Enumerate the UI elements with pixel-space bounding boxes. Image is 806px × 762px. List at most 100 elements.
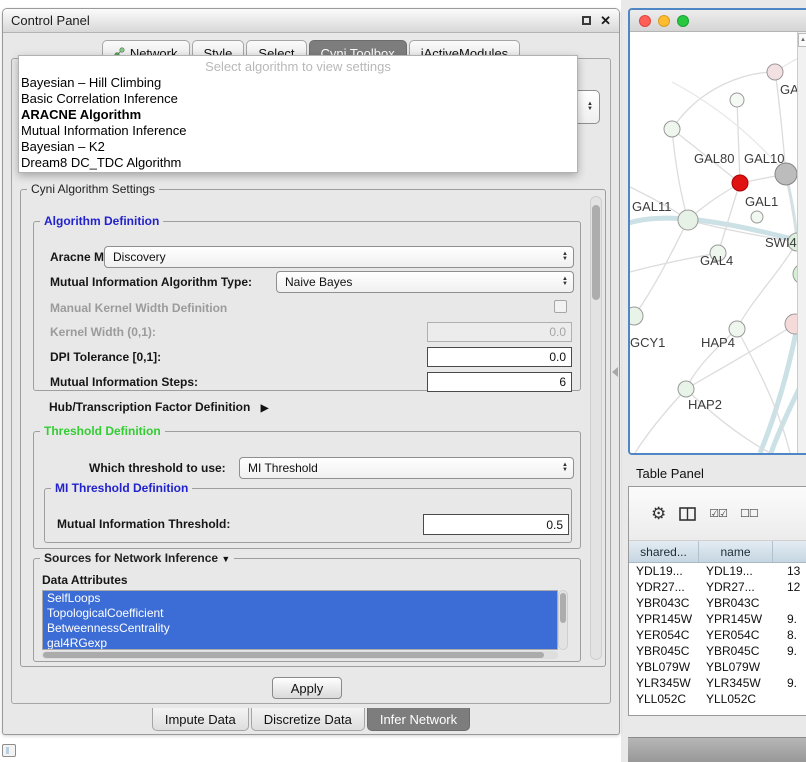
aracne-mode-select[interactable]: Discovery ▲▼ — [104, 246, 574, 268]
column-header-name[interactable]: name — [699, 541, 773, 562]
select-all-icon[interactable]: ☑☑ — [709, 507, 727, 520]
column-header-extra[interactable] — [773, 541, 806, 562]
tab-discretize-data[interactable]: Discretize Data — [251, 708, 365, 731]
expand-down-icon: ▼ — [221, 554, 230, 564]
network-node[interactable] — [678, 210, 698, 230]
panel-restore-icon[interactable] — [2, 744, 16, 757]
hub-section-label: Hub/Transcription Factor Definition — [49, 400, 250, 414]
window-zoom-button[interactable] — [677, 15, 689, 27]
which-threshold-select[interactable]: MI Threshold ▲▼ — [239, 457, 574, 479]
selected-value: Discovery — [113, 250, 166, 264]
cell: YPR145W — [699, 611, 773, 627]
network-node[interactable] — [732, 175, 748, 191]
cell: YBR045C — [629, 643, 699, 659]
cell: YLL052C — [629, 691, 699, 707]
tab-impute-data[interactable]: Impute Data — [152, 708, 249, 731]
network-node[interactable] — [767, 64, 783, 80]
cell: YBR043C — [699, 595, 773, 611]
network-node[interactable] — [775, 163, 797, 185]
window-close-button[interactable] — [639, 15, 651, 27]
cell: YBR043C — [629, 595, 699, 611]
node-label: GAL11 — [632, 199, 672, 214]
gear-icon[interactable]: ⚙ — [651, 504, 666, 524]
dpi-tolerance-field[interactable]: 0.0 — [427, 347, 572, 367]
column-header-shared-name[interactable]: shared... — [629, 541, 699, 562]
network-node[interactable] — [678, 381, 694, 397]
list-item[interactable]: BetweennessCentrality — [43, 621, 557, 636]
mi-steps-field[interactable]: 6 — [427, 372, 572, 392]
hub-section-toggle[interactable]: Hub/Transcription Factor Definition ▶ — [49, 400, 268, 414]
group-title: Cyni Algorithm Settings — [27, 182, 159, 196]
table-row[interactable]: YLL052C YLL052C — [629, 691, 806, 707]
node-label: HAP2 — [688, 397, 722, 412]
table-row[interactable]: YER054C YER054C 8. — [629, 627, 806, 643]
popup-item-selected[interactable]: ARACNE Algorithm — [19, 107, 577, 123]
cell: YDL19... — [699, 563, 773, 579]
table-row[interactable]: YDR27... YDR27... 12 — [629, 579, 806, 595]
kernel-width-field[interactable]: 0.0 — [427, 322, 572, 342]
manual-kernel-checkbox[interactable] — [554, 300, 567, 313]
mi-threshold-label: Mutual Information Threshold: — [57, 517, 230, 531]
tab-label: Impute Data — [165, 712, 236, 727]
scroll-up-arrow-icon[interactable]: ▲ — [798, 33, 806, 47]
cell: 13 — [773, 563, 806, 579]
table-row[interactable]: YBR045C YBR045C 9. — [629, 643, 806, 659]
network-node[interactable] — [630, 307, 643, 325]
node-label: HAP4 — [701, 335, 735, 350]
mi-algorithm-type-select[interactable]: Naive Bayes ▲▼ — [276, 271, 574, 293]
field-value: 0.0 — [549, 325, 566, 339]
list-item[interactable]: TopologicalCoefficient — [43, 606, 557, 621]
table-row[interactable]: YBR043C YBR043C — [629, 595, 806, 611]
table-row[interactable]: YDL19... YDL19... 13 — [629, 563, 806, 579]
cell: YBL079W — [629, 659, 699, 675]
group-title: MI Threshold Definition — [51, 481, 192, 495]
table-body: YDL19... YDL19... 13 YDR27... YDR27... 1… — [629, 563, 806, 707]
network-canvas-area[interactable]: GAL GAL80 GAL10 GAL11 GAL1 SWI4 GAL4 GCY… — [630, 32, 806, 453]
cell: YLR345W — [629, 675, 699, 691]
list-item[interactable]: SelfLoops — [43, 591, 557, 606]
splitter-collapse-arrow-icon[interactable] — [612, 367, 618, 377]
deselect-all-icon[interactable]: ☐☐ — [740, 507, 758, 520]
network-node[interactable] — [664, 121, 680, 137]
network-vertical-scrollbar[interactable]: ▲ — [797, 32, 806, 453]
network-node[interactable] — [751, 211, 763, 223]
popup-item[interactable]: Bayesian – K2 — [19, 139, 577, 155]
columns-icon[interactable] — [679, 507, 696, 521]
apply-button[interactable]: Apply — [272, 677, 342, 699]
cell: 9. — [773, 611, 806, 627]
control-panel-titlebar[interactable]: Control Panel ✕ — [3, 9, 619, 33]
selected-value: MI Threshold — [248, 461, 318, 475]
field-value: 0.0 — [549, 350, 566, 364]
table-header: shared... name — [629, 541, 806, 563]
node-label: GAL10 — [744, 151, 784, 166]
network-window-titlebar[interactable] — [630, 10, 806, 32]
table-toolbar: ⚙ ☑☑ ☐☐ — [629, 487, 806, 541]
cell: YDR27... — [699, 579, 773, 595]
list-item[interactable]: gal4RGexp — [43, 636, 557, 650]
attributes-list-vscrollbar[interactable] — [558, 590, 568, 650]
tab-infer-network[interactable]: Infer Network — [367, 708, 470, 731]
network-graph[interactable]: GAL GAL80 GAL10 GAL11 GAL1 SWI4 GAL4 GCY… — [630, 32, 806, 453]
bottom-tab-bar: Impute Data Discretize Data Infer Networ… — [3, 708, 619, 731]
attributes-list-hscrollbar[interactable] — [42, 651, 558, 659]
popup-item[interactable]: Bayesian – Hill Climbing — [19, 75, 577, 91]
window-minimize-button[interactable] — [658, 15, 670, 27]
settings-vertical-scrollbar[interactable] — [590, 196, 602, 660]
table-row[interactable]: YLR345W YLR345W 9. — [629, 675, 806, 691]
network-node[interactable] — [730, 93, 744, 107]
close-icon[interactable]: ✕ — [600, 15, 611, 27]
group-title-label: Sources for Network Inference — [44, 551, 218, 565]
mi-threshold-field[interactable]: 0.5 — [423, 514, 569, 535]
float-window-icon[interactable] — [582, 16, 591, 25]
table-row[interactable]: YPR145W YPR145W 9. — [629, 611, 806, 627]
network-view-window: GAL GAL80 GAL10 GAL11 GAL1 SWI4 GAL4 GCY… — [628, 8, 806, 455]
collapse-right-icon: ▶ — [261, 403, 269, 414]
selected-value: Naive Bayes — [285, 275, 352, 289]
table-row[interactable]: YBL079W YBL079W — [629, 659, 806, 675]
data-attributes-list[interactable]: SelfLoops TopologicalCoefficient Between… — [42, 590, 558, 650]
popup-item[interactable]: Mutual Information Inference — [19, 123, 577, 139]
popup-item[interactable]: Basic Correlation Inference — [19, 91, 577, 107]
node-label: GAL1 — [745, 194, 778, 209]
sources-group-toggle[interactable]: Sources for Network Inference ▼ — [40, 551, 234, 565]
popup-item[interactable]: Dream8 DC_TDC Algorithm — [19, 155, 577, 171]
